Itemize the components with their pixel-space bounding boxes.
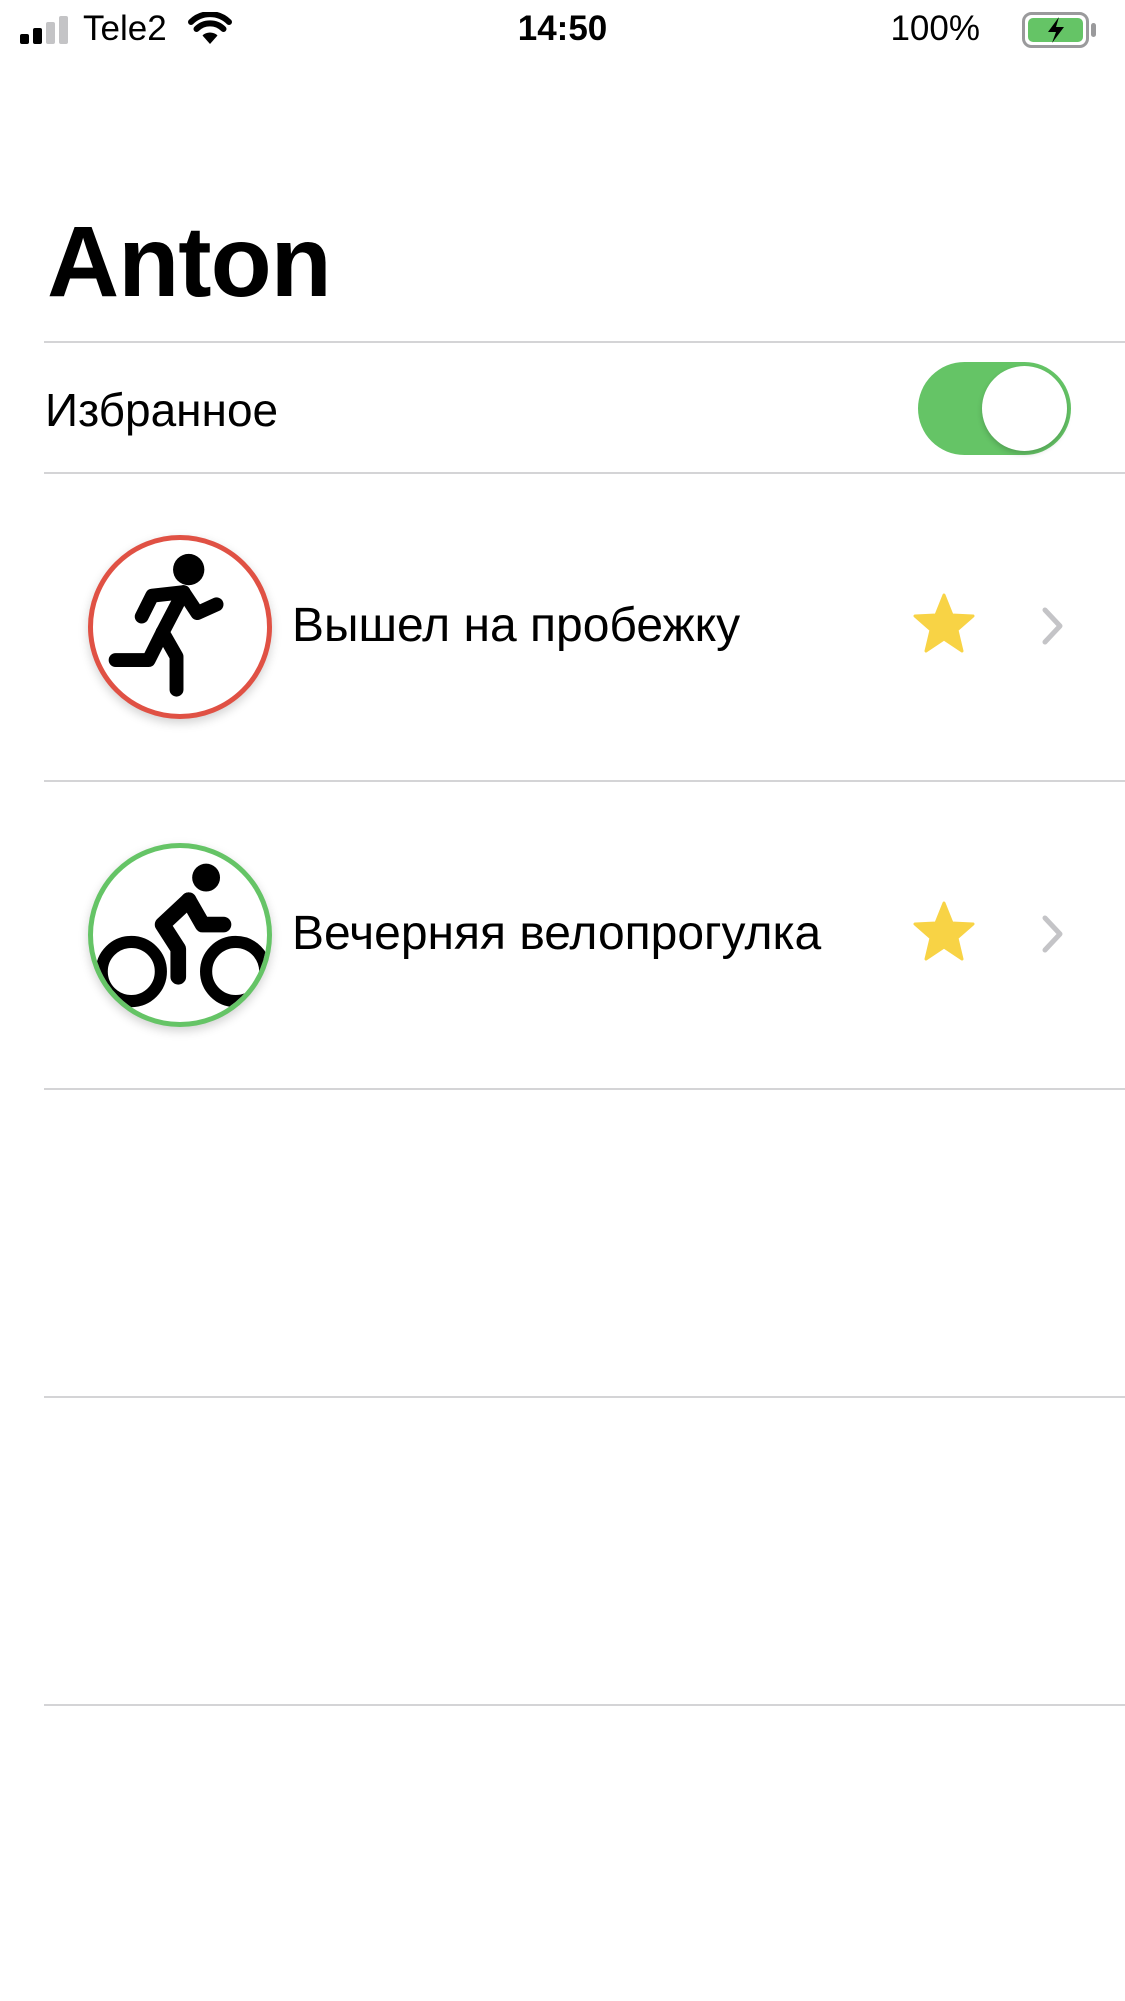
cycling-figure <box>95 863 267 1008</box>
battery-percent: 100% <box>890 9 980 48</box>
favorites-row: Избранное <box>0 343 1125 473</box>
toggle-knob <box>982 366 1067 451</box>
favorite-star-icon <box>913 593 975 653</box>
divider <box>44 1396 1125 1398</box>
cycling-icon <box>88 843 272 1027</box>
activity-row-running[interactable]: Вышел на пробежку <box>0 473 1125 780</box>
favorites-label: Избранное <box>45 384 279 436</box>
page-title: Anton <box>47 206 332 318</box>
running-icon <box>88 535 272 719</box>
activity-title: Вышел на пробежку <box>292 599 741 652</box>
status-bar: Tele2 14:50 100% <box>0 0 1125 60</box>
chevron-right-icon <box>1042 607 1063 645</box>
favorites-toggle[interactable] <box>918 362 1071 455</box>
activity-title: Вечерняя велопрогулка <box>292 907 822 960</box>
battery-charging-icon <box>1022 12 1096 48</box>
chevron-right-icon <box>1042 915 1063 953</box>
running-figure <box>108 553 224 697</box>
divider <box>44 1088 1125 1090</box>
divider <box>44 1704 1125 1706</box>
favorite-star-icon <box>913 901 975 961</box>
activity-row-cycling[interactable]: Вечерняя велопрогулка <box>0 781 1125 1088</box>
